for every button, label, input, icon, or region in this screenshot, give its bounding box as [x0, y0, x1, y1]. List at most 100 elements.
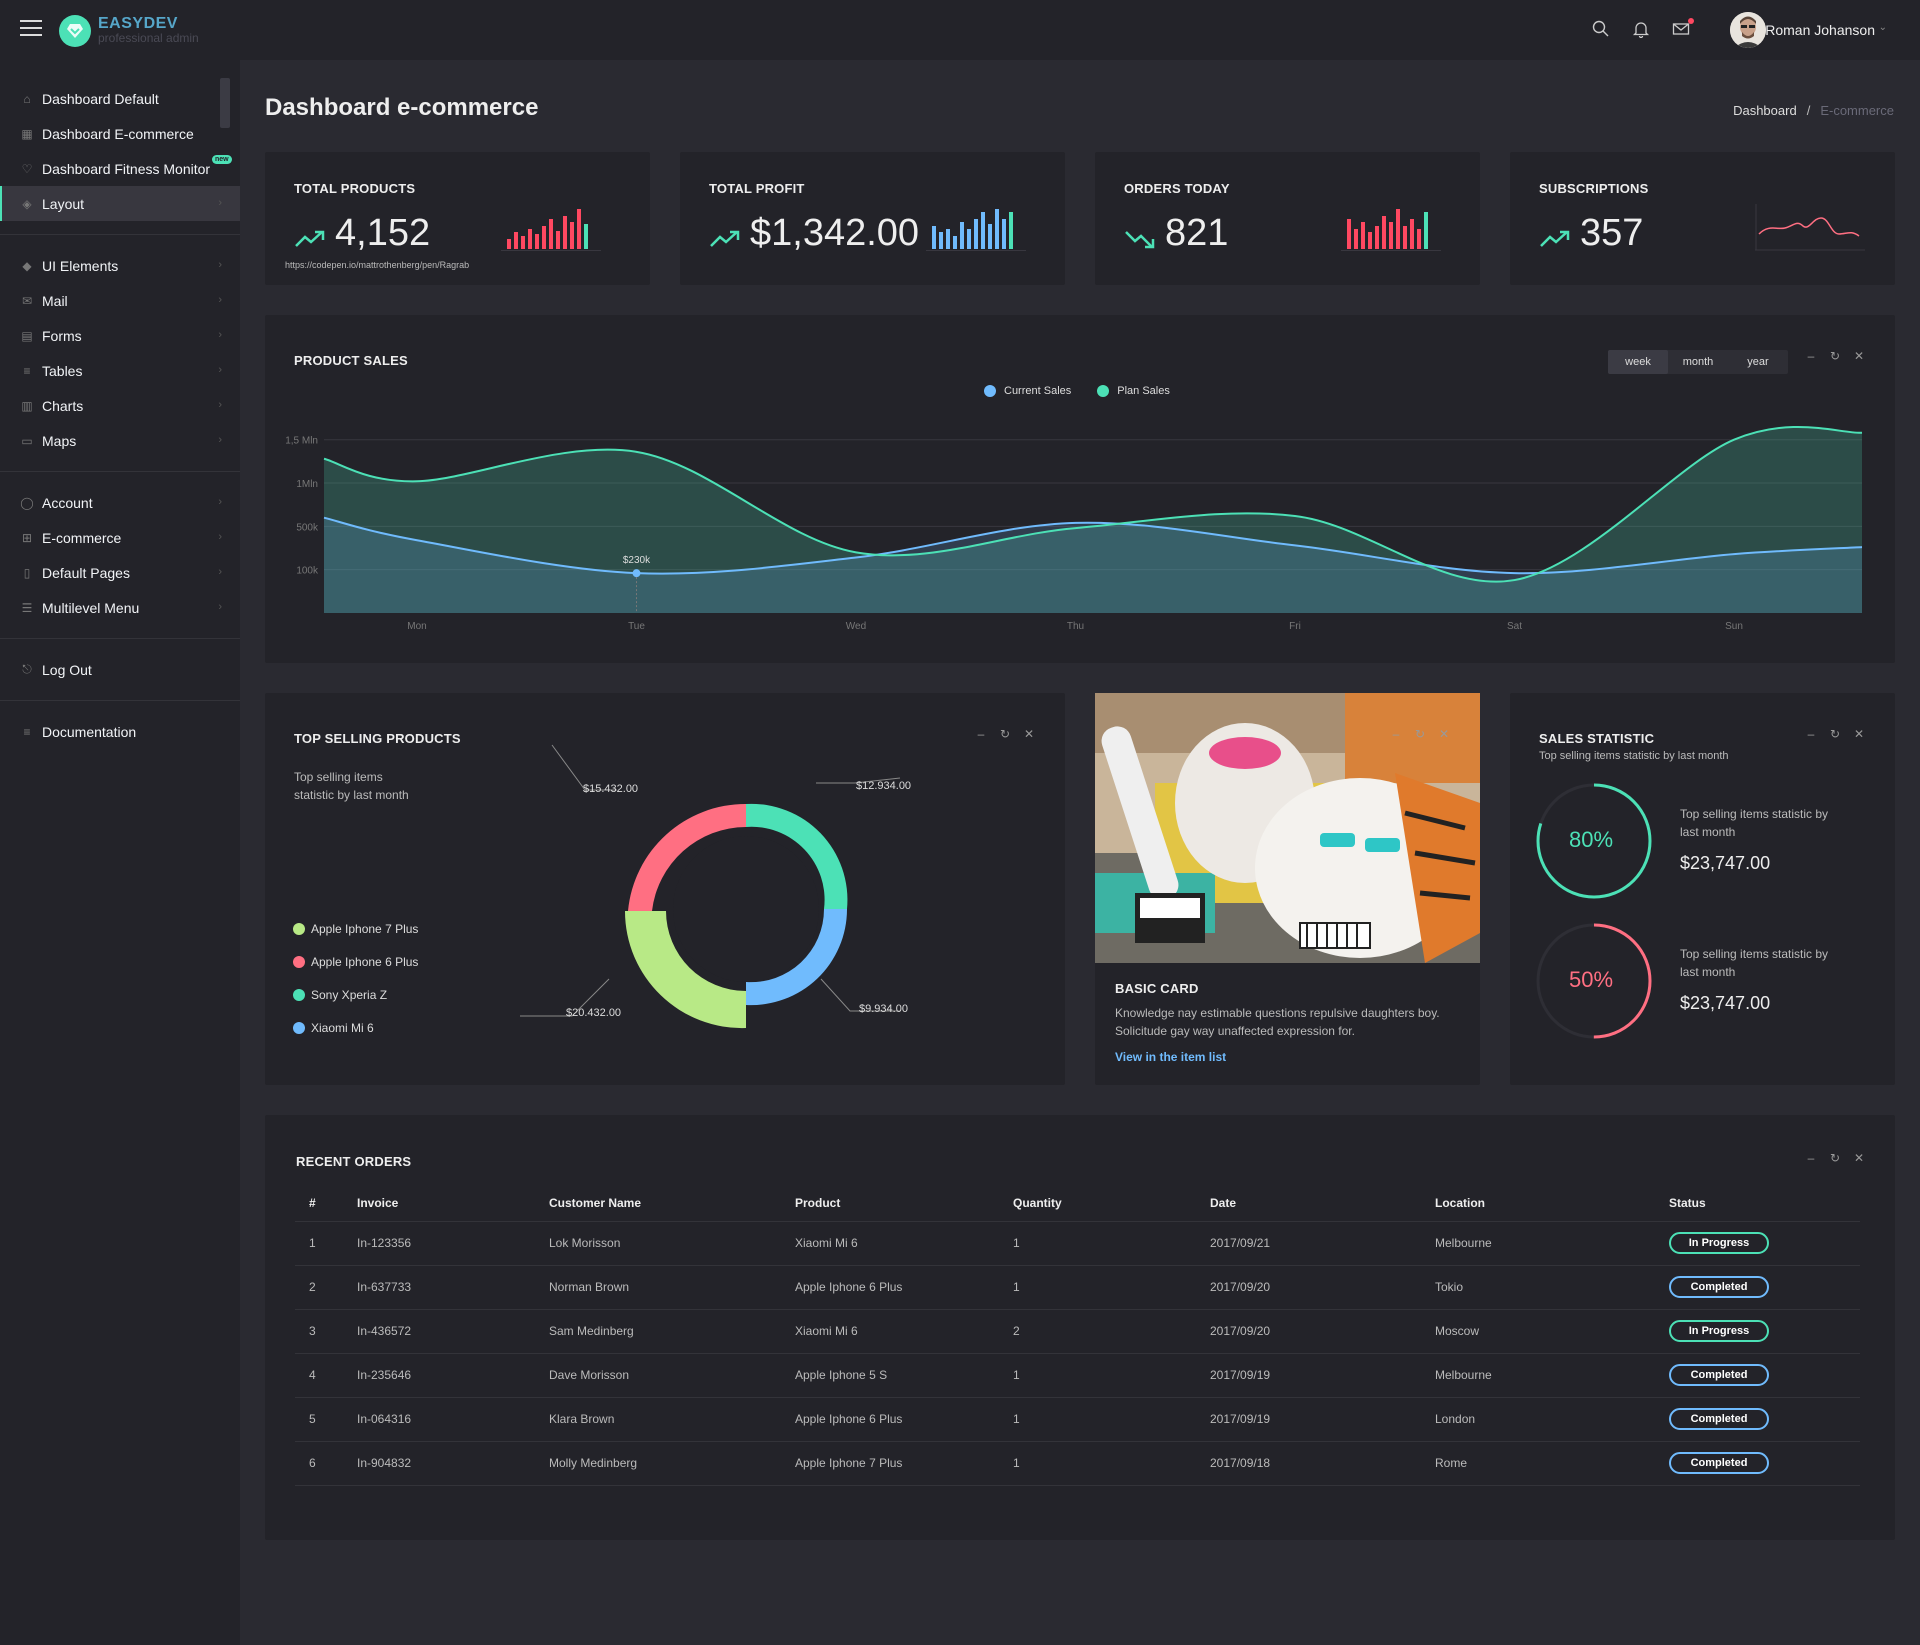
mail-icon[interactable] — [1672, 18, 1694, 40]
table-row[interactable]: 5 In-064316 Klara Brown Apple Iphone 6 Plus… — [295, 1397, 1860, 1442]
refresh-icon[interactable]: ↻ — [1829, 1151, 1841, 1165]
sidebar-item-documentation[interactable]: ≡ Documentation — [0, 714, 240, 749]
table-cell: Completed — [1669, 1441, 1860, 1486]
sidebar-item-forms[interactable]: ▤ Forms › — [0, 318, 240, 353]
trending-down-icon — [1125, 231, 1155, 249]
close-icon[interactable]: ✕ — [1438, 727, 1450, 741]
table-cell: In-637733 — [357, 1265, 549, 1310]
close-icon[interactable]: ✕ — [1853, 727, 1865, 741]
kpi-bar — [584, 224, 588, 249]
column-header[interactable]: Location — [1435, 1185, 1669, 1222]
sidebar-item-dashboard-e-commerce[interactable]: ▦ Dashboard E-commerce — [0, 116, 240, 151]
sidebar-item-mail[interactable]: ✉ Mail › — [0, 283, 240, 318]
sidebar-item-multilevel-menu[interactable]: ☰ Multilevel Menu › — [0, 590, 240, 625]
sales-statistic-card: SALES STATISTIC Top selling items statis… — [1510, 693, 1895, 1085]
refresh-icon[interactable]: ↻ — [1414, 727, 1426, 741]
layers-icon: ◈ — [22, 196, 32, 211]
list-icon: ≡ — [23, 724, 31, 739]
table-cell: Moscow — [1435, 1309, 1669, 1354]
top-selling-card: TOP SELLING PRODUCTS – ↻ ✕ Top selling i… — [265, 693, 1065, 1085]
divider — [0, 638, 240, 639]
x-tick-label: Wed — [846, 621, 866, 632]
kpi-bar — [939, 232, 943, 249]
stat-label: Top selling items statistic by last mont… — [1680, 807, 1829, 839]
orders-table: # Invoice Customer Name Product Quantity Date… — [295, 1185, 1860, 1486]
status-url: https://codepen.io/mattrothenberg/pen/Ra… — [285, 260, 470, 270]
refresh-icon[interactable]: ↻ — [1829, 727, 1841, 741]
column-header[interactable]: Date — [1210, 1185, 1435, 1222]
breadcrumb-item-dashboard[interactable]: Dashboard — [1733, 103, 1797, 118]
table-row[interactable]: 6 In-904832 Molly Medinberg Apple Iphone 7 … — [295, 1441, 1860, 1486]
kpi-bar — [932, 226, 936, 249]
chevron-down-icon[interactable]: ⌄ — [1879, 22, 1887, 33]
status-badge: Completed — [1669, 1276, 1769, 1298]
status-badge: Completed — [1669, 1364, 1769, 1386]
column-header[interactable]: Customer Name — [549, 1185, 795, 1222]
donut-hole — [673, 836, 819, 982]
sidebar-item-label: Charts — [42, 397, 84, 414]
bell-icon[interactable] — [1632, 20, 1652, 40]
sidebar-item-charts[interactable]: ▥ Charts › — [0, 388, 240, 423]
hamburger-menu-icon[interactable] — [20, 20, 42, 36]
sidebar-item-ui-elements[interactable]: ◆ UI Elements › — [0, 248, 240, 283]
sidebar: ⌂ Dashboard Default ▦ Dashboard E-commerce ♡… — [0, 60, 240, 1645]
chevron-right-icon: › — [218, 197, 222, 209]
chevron-right-icon: › — [218, 601, 222, 613]
stat-amount: $23,747.00 — [1680, 853, 1771, 873]
donut-label: $12.934.00 — [856, 780, 912, 792]
sidebar-item-default-pages[interactable]: ▯ Default Pages › — [0, 555, 240, 590]
table-row[interactable]: 1 In-123356 Lok Morisson Xiaomi Mi 6 1 2017/0… — [295, 1221, 1860, 1266]
column-header[interactable]: # — [295, 1185, 357, 1222]
table-row[interactable]: 3 In-436572 Sam Medinberg Xiaomi Mi 6 2 2017/… — [295, 1309, 1860, 1354]
column-header[interactable]: Product — [795, 1185, 1013, 1222]
kpi-baseline — [926, 250, 1026, 251]
kpi-bar — [1002, 219, 1006, 249]
kpi-bar — [953, 236, 957, 249]
status-badge: Completed — [1669, 1452, 1769, 1474]
sidebar-item-label: UI Elements — [42, 257, 119, 274]
subscriptions-sparkline — [1755, 204, 1865, 251]
card-title: SALES STATISTIC — [1539, 731, 1655, 746]
table-cell: 2017/09/19 — [1210, 1353, 1435, 1398]
table-cell: Molly Medinberg — [549, 1441, 795, 1486]
table-row[interactable]: 4 In-235646 Dave Morisson Apple Iphone 5 S1… — [295, 1353, 1860, 1398]
table-cell: Melbourne — [1435, 1221, 1669, 1266]
table-cell: Apple Iphone 5 S — [795, 1353, 1013, 1398]
user-name[interactable]: Roman Johanson — [1765, 22, 1875, 38]
close-icon[interactable]: ✕ — [1853, 1151, 1865, 1165]
status-badge: Completed — [1669, 1408, 1769, 1430]
x-tick-label: Thu — [1067, 621, 1084, 632]
sidebar-item-tables[interactable]: ≡ Tables › — [0, 353, 240, 388]
card-subtitle: Top selling items statistic by last mont… — [1539, 750, 1729, 762]
logo-icon[interactable] — [59, 15, 91, 47]
chevron-right-icon: › — [218, 566, 222, 578]
sidebar-item-logout[interactable]: ⎋ Log Out — [0, 652, 240, 687]
y-tick-label: 500k — [296, 522, 319, 533]
table-row[interactable]: 2 In-637733 Norman Brown Apple Iphone 6 Plu… — [295, 1265, 1860, 1310]
sidebar-item-maps[interactable]: ▭ Maps › — [0, 423, 240, 458]
sidebar-item-dashboard-default[interactable]: ⌂ Dashboard Default — [0, 81, 240, 116]
minimize-icon[interactable]: – — [1390, 727, 1402, 741]
sidebar-item-account[interactable]: ◯ Account › — [0, 485, 240, 520]
search-icon[interactable] — [1592, 20, 1612, 40]
card-title: BASIC CARD — [1115, 981, 1199, 996]
table-cell: 2017/09/20 — [1210, 1309, 1435, 1354]
table-cell: Completed — [1669, 1397, 1860, 1442]
column-header[interactable]: Quantity — [1013, 1185, 1210, 1222]
sidebar-item-dashboard-fitness-monitor[interactable]: ♡ Dashboard Fitness Monitor new — [0, 151, 240, 186]
view-item-list-link[interactable]: View in the item list — [1115, 1050, 1226, 1064]
sidebar-item-layout[interactable]: ◈ Layout › — [0, 186, 240, 221]
avatar[interactable] — [1730, 12, 1766, 48]
sidebar-item-e-commerce[interactable]: ⊞ E-commerce › — [0, 520, 240, 555]
logo[interactable]: EASYDEV professional admin — [98, 15, 199, 45]
minimize-icon[interactable]: – — [1805, 1151, 1817, 1165]
kpi-card-subscriptions: SUBSCRIPTIONS 357 — [1510, 152, 1895, 285]
minimize-icon[interactable]: – — [1805, 727, 1817, 741]
file-icon: ▤ — [21, 328, 33, 343]
kpi-bar — [1403, 226, 1407, 249]
kpi-bar — [556, 231, 560, 249]
column-header[interactable]: Invoice — [357, 1185, 549, 1222]
home-icon: ⌂ — [23, 91, 31, 106]
kpi-title: ORDERS TODAY — [1124, 181, 1230, 196]
column-header[interactable]: Status — [1669, 1185, 1860, 1222]
